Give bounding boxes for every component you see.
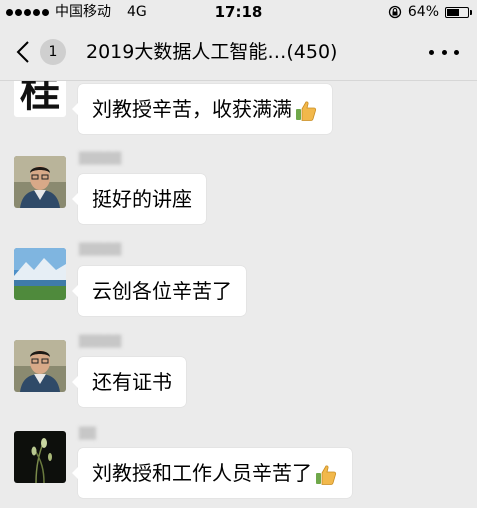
unread-count-badge[interactable]: 1 (40, 39, 66, 65)
message-bubble[interactable]: 挺好的讲座 (72, 174, 206, 224)
battery-level (447, 8, 459, 16)
sender-name-blurred: █████ (79, 335, 122, 348)
avatar[interactable] (14, 248, 66, 300)
message-text: 刘教授和工作人员辛苦了 (92, 461, 312, 485)
dot (454, 49, 459, 55)
battery-percent: 64% (407, 4, 439, 20)
message-bubble[interactable]: 还有证书 (72, 357, 186, 407)
message-text: 还有证书 (92, 370, 172, 394)
more-options-button[interactable] (429, 38, 459, 66)
rotation-lock-icon (388, 5, 402, 19)
back-chevron-icon[interactable] (16, 41, 30, 63)
landscape-avatar-image (14, 248, 66, 300)
message-bubble[interactable]: 刘教授和工作人员辛苦了 (72, 448, 352, 498)
dot (429, 49, 434, 55)
dot (441, 49, 447, 55)
sender-name-blurred: █████ (79, 152, 122, 165)
message-text: 刘教授辛苦，收获满满 (92, 97, 292, 121)
person-avatar-image (14, 340, 66, 392)
thumbs-up-icon (316, 464, 337, 485)
chat-title: 2019大数据人工智能…(450) (86, 41, 338, 63)
avatar[interactable] (14, 431, 66, 483)
sender-name-blurred: ██ (79, 427, 96, 440)
nav-bar: 1 2019大数据人工智能…(450) (0, 24, 477, 81)
message-text: 云创各位辛苦了 (92, 279, 232, 303)
avatar-text: 桂 (20, 81, 60, 116)
person-avatar-image (14, 156, 66, 208)
plant-avatar-image (14, 431, 66, 483)
status-right: 64% (388, 0, 472, 24)
avatar[interactable]: 桂 (14, 81, 66, 117)
chat-message-list[interactable]: 桂 刘教授辛苦，收获满满 █████ 挺好的讲座 █████ 云创各位辛苦了 █… (0, 81, 477, 508)
battery-icon (445, 6, 472, 18)
message-bubble[interactable]: 云创各位辛苦了 (72, 266, 246, 316)
message-text: 挺好的讲座 (92, 187, 192, 211)
avatar[interactable] (14, 340, 66, 392)
thumbs-up-icon (296, 100, 317, 121)
avatar[interactable] (14, 156, 66, 208)
sender-name-blurred: █████ (79, 243, 122, 256)
message-bubble[interactable]: 刘教授辛苦，收获满满 (72, 84, 332, 134)
status-bar: 中国移动 4G 17:18 64% (0, 0, 477, 24)
